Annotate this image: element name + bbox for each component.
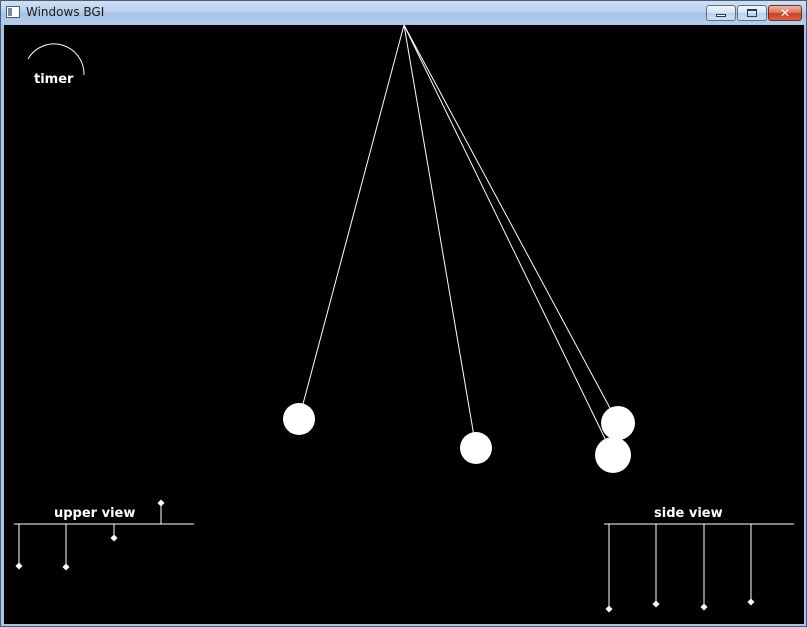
maximize-button[interactable]	[737, 5, 767, 21]
side-view-marker-2	[652, 600, 660, 608]
pendulum-string-1	[298, 25, 405, 420]
timer-arc	[27, 43, 85, 76]
pendulum-string-4	[403, 25, 614, 456]
side-view-label: side view	[654, 506, 723, 521]
pendulum-bob-3	[601, 406, 635, 440]
upper-view-marker-2	[62, 563, 70, 571]
bgi-window-icon[interactable]	[6, 6, 20, 18]
bgi-window: Windows BGI ✕ timer upper view side view	[0, 0, 807, 627]
graphics-canvas: timer upper view side view	[4, 25, 804, 624]
upper-view-marker-4	[157, 499, 165, 507]
minimize-icon	[716, 14, 726, 17]
pendulum-string-3	[403, 25, 619, 424]
minimize-button[interactable]	[706, 5, 736, 21]
pendulum-drawing: timer upper view side view	[14, 25, 794, 613]
upper-view-marker-1	[15, 562, 23, 570]
upper-view-marker-3	[110, 534, 118, 542]
close-button[interactable]: ✕	[768, 5, 802, 21]
pendulum-bob-1	[283, 403, 315, 435]
side-view-markers	[605, 598, 755, 613]
side-view-diagram	[604, 523, 794, 609]
side-view-marker-3	[700, 603, 708, 611]
side-view-marker-4	[747, 598, 755, 606]
pendulum-bob-4	[595, 437, 631, 473]
side-view-marker-1	[605, 605, 613, 613]
timer-label: timer	[34, 72, 74, 87]
window-title: Windows BGI	[26, 5, 105, 19]
close-icon: ✕	[779, 6, 791, 20]
pendulum-bobs	[283, 403, 635, 473]
title-bar[interactable]: Windows BGI ✕	[1, 1, 806, 24]
pendulum-strings	[298, 25, 619, 456]
pendulum-bob-2	[460, 432, 492, 464]
upper-view-label: upper view	[54, 506, 135, 521]
maximize-icon	[747, 9, 757, 17]
pendulum-string-2	[403, 25, 477, 449]
